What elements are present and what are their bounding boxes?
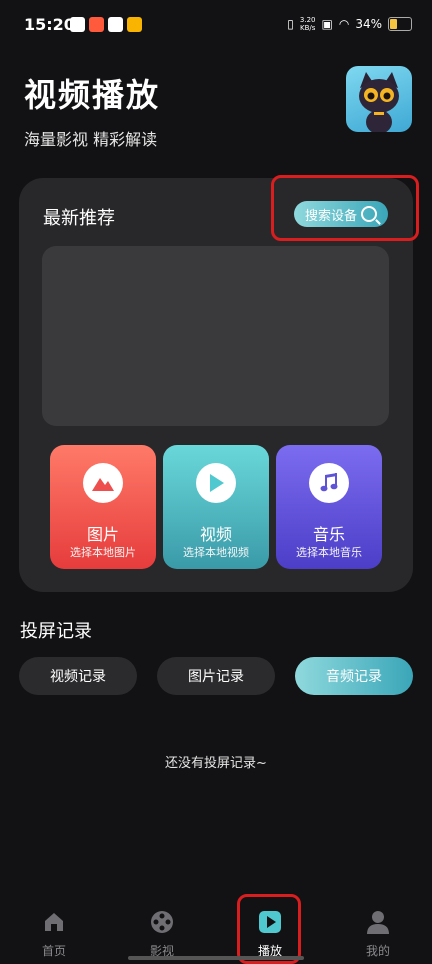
app-notification-icon <box>89 17 104 32</box>
status-right: ▯ 3.20 KB/s ▣ ◠ 34% <box>287 16 412 32</box>
video-tile-sub: 选择本地视频 <box>183 546 249 559</box>
battery-icon <box>388 17 412 31</box>
mountain-image-icon <box>83 463 123 503</box>
photo-tile[interactable]: 图片 选择本地图片 <box>50 445 156 569</box>
vibrate-icon: ▯ <box>287 17 294 31</box>
net-speed: 3.20 KB/s <box>299 16 316 32</box>
recommend-banner[interactable] <box>42 246 389 426</box>
page-subtitle: 海量影视 精彩解读 <box>24 130 158 149</box>
play-icon <box>196 463 236 503</box>
recommend-title: 最新推荐 <box>43 208 115 229</box>
filter-video-records[interactable]: 视频记录 <box>19 657 137 695</box>
empty-state-text: 还没有投屏记录~ <box>165 756 267 771</box>
home-icon <box>45 913 63 931</box>
page-title: 视频播放 <box>24 76 161 114</box>
notification-icons <box>70 17 142 32</box>
highlight-box-search <box>271 175 419 241</box>
filter-audio-records[interactable]: 音频记录 <box>295 657 413 695</box>
app-notification-icon <box>108 17 123 32</box>
video-tile[interactable]: 视频 选择本地视频 <box>163 445 269 569</box>
music-note-icon <box>309 463 349 503</box>
music-tile[interactable]: 音乐 选择本地音乐 <box>276 445 382 569</box>
status-bar: 15:20 ▯ 3.20 KB/s ▣ ◠ 34% <box>0 0 432 50</box>
nav-home[interactable]: 首页 <box>24 910 84 959</box>
photo-tile-name: 图片 <box>86 525 119 544</box>
nav-movies[interactable]: 影视 <box>132 910 192 959</box>
video-tile-name: 视频 <box>199 525 232 544</box>
status-time: 15:20 <box>24 15 75 34</box>
sim-icon: ▣ <box>321 17 333 31</box>
app-notification-icon <box>127 17 142 32</box>
photo-tile-sub: 选择本地图片 <box>70 546 136 559</box>
battery-percent: 34% <box>355 17 382 31</box>
app-notification-icon <box>70 17 85 32</box>
filter-image-records[interactable]: 图片记录 <box>157 657 275 695</box>
highlight-box-nav-play <box>237 894 301 964</box>
home-indicator[interactable] <box>128 956 304 960</box>
cat-mascot-avatar[interactable] <box>346 66 412 132</box>
nav-mine[interactable]: 我的 <box>348 910 408 959</box>
user-icon <box>367 911 389 934</box>
records-title: 投屏记录 <box>20 621 92 642</box>
wifi-icon: ◠ <box>338 17 350 31</box>
recommend-card: 最新推荐 搜索设备 图片 选择本地图片 视频 选择本地视频 音乐 选择本地音乐 <box>19 175 419 592</box>
music-tile-sub: 选择本地音乐 <box>296 546 362 559</box>
music-tile-name: 音乐 <box>312 525 345 544</box>
film-reel-icon <box>151 911 173 933</box>
